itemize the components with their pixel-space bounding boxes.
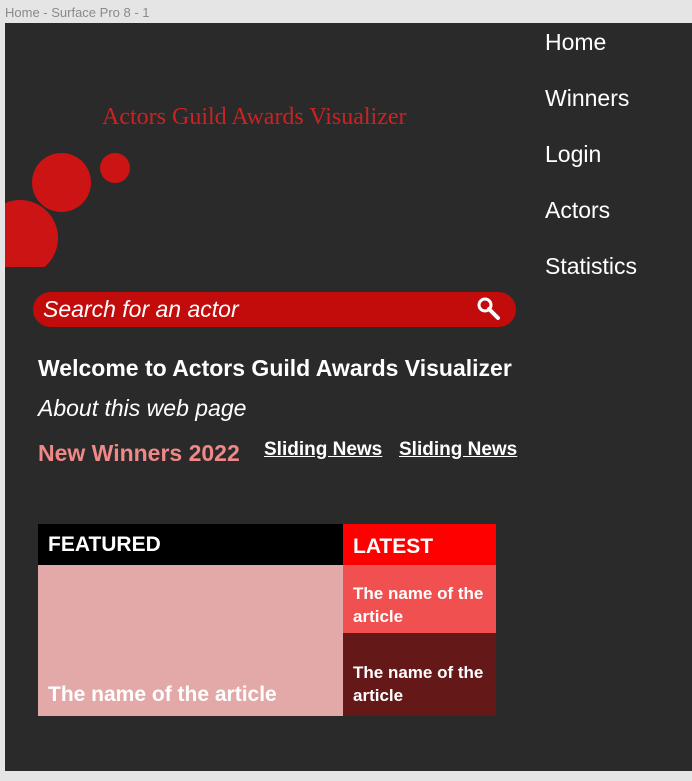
latest-article-item[interactable]: The name of the article [343,633,496,716]
circle-mask [5,267,65,277]
decorative-circle-large [5,200,58,276]
latest-article-title: The name of the article [353,584,484,626]
search-input[interactable] [43,295,453,323]
featured-header-label: FEATURED [48,533,161,556]
sliding-news-link-1[interactable]: Sliding News [264,438,382,462]
nav-item-statistics[interactable]: Statistics [545,252,637,280]
new-winners-title: New Winners 2022 [38,440,240,466]
nav-item-winners[interactable]: Winners [545,84,629,112]
search-icon[interactable] [476,296,502,322]
nav-item-home[interactable]: Home [545,28,606,56]
nav-item-actors[interactable]: Actors [545,196,610,224]
latest-header: LATEST [343,524,496,565]
featured-header: FEATURED [38,524,343,565]
welcome-heading: Welcome to Actors Guild Awards Visualize… [38,355,512,381]
featured-article-title: The name of the article [48,683,277,706]
featured-article-card[interactable]: The name of the article [38,565,343,716]
latest-header-label: LATEST [353,535,434,558]
nav-item-login[interactable]: Login [545,140,601,168]
decorative-circle-medium [32,153,91,212]
latest-article-item[interactable]: The name of the article [343,565,496,633]
about-text: About this web page [38,395,247,421]
decorative-circle-small [100,153,130,183]
site-title: Actors Guild Awards Visualizer [102,104,407,130]
frame-label: Home - Surface Pro 8 - 1 [5,5,150,20]
latest-article-title: The name of the article [353,663,484,705]
page-frame: Home Winners Login Actors Statistics Act… [5,23,692,771]
sliding-news-link-2[interactable]: Sliding News [399,438,517,462]
search-bar [33,292,516,327]
